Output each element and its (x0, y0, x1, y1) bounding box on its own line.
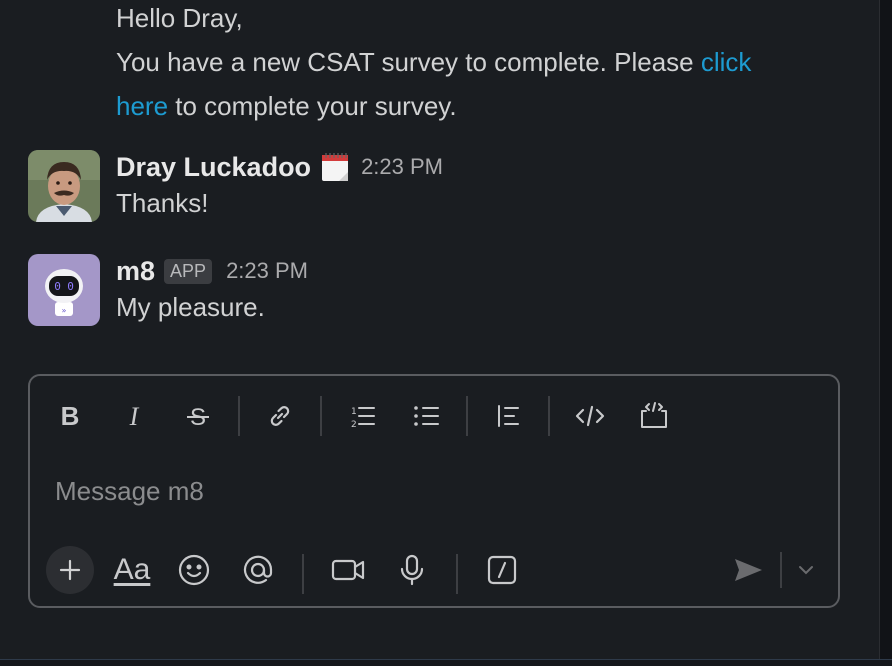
italic-icon: I (129, 403, 140, 429)
code-block-button[interactable] (634, 396, 674, 436)
send-options-button[interactable] (786, 550, 826, 590)
toolbar-divider (302, 554, 304, 594)
add-button[interactable] (46, 546, 94, 594)
toolbar-divider (456, 554, 458, 594)
window-edge (879, 0, 892, 666)
mention-icon (243, 555, 273, 584)
bold-icon: B (61, 403, 80, 429)
message-composer: B I S 1 2 Message m8 Aa (28, 374, 840, 608)
svg-text:2: 2 (351, 420, 357, 430)
blockquote-button[interactable] (488, 396, 528, 436)
svg-text:0: 0 (54, 280, 61, 293)
link-icon (270, 406, 290, 426)
message-input[interactable]: Message m8 (55, 476, 204, 507)
toolbar-divider (780, 552, 782, 588)
bold-button[interactable]: B (50, 396, 90, 436)
slash-command-icon (487, 555, 517, 585)
toolbar-divider (548, 396, 550, 436)
message-line: Hello Dray, (116, 3, 243, 33)
message-timestamp[interactable]: 2:23 PM (226, 258, 308, 284)
emoji-button[interactable] (174, 550, 214, 590)
message-text: Thanks! (116, 188, 209, 218)
code-block-icon (641, 402, 667, 428)
send-button[interactable] (728, 550, 768, 590)
bulleted-list-button[interactable] (406, 396, 446, 436)
message-line: here to complete your survey. (116, 84, 836, 128)
toolbar-divider (238, 396, 240, 436)
previous-message: Hello Dray, You have a new CSAT survey t… (116, 0, 836, 128)
avatar[interactable] (28, 150, 100, 222)
link-button[interactable] (260, 396, 300, 436)
send-controls (728, 544, 838, 596)
svg-text:B: B (61, 403, 80, 429)
bulleted-list-icon (414, 406, 439, 426)
svg-text:0: 0 (67, 280, 74, 293)
audio-button[interactable] (392, 550, 432, 590)
chevron-down-icon (799, 566, 813, 575)
strikethrough-button[interactable]: S (178, 396, 218, 436)
send-icon (735, 559, 762, 581)
video-camera-icon (331, 559, 365, 581)
shortcuts-button[interactable] (482, 550, 522, 590)
svg-text:1: 1 (351, 407, 357, 417)
avatar[interactable]: » 0 0 (28, 254, 100, 326)
toolbar-divider (320, 396, 322, 436)
plus-icon (59, 559, 81, 581)
window-bottom-edge (0, 659, 892, 666)
calendar-icon (321, 152, 349, 182)
strikethrough-icon: S (187, 404, 209, 429)
svg-text:»: » (62, 306, 67, 315)
message-line: You have a new CSAT survey to complete. … (116, 40, 836, 84)
ordered-list-button[interactable]: 1 2 (342, 396, 382, 436)
italic-button[interactable]: I (114, 396, 154, 436)
survey-link[interactable]: click (701, 47, 752, 77)
sender-name[interactable]: m8 (116, 256, 155, 287)
ordered-list-icon: 1 2 (351, 407, 375, 430)
video-button[interactable] (328, 550, 368, 590)
survey-link[interactable]: here (116, 91, 168, 121)
code-button[interactable] (570, 396, 610, 436)
message-header: m8 APP 2:23 PM (116, 254, 308, 288)
mention-button[interactable] (238, 550, 278, 590)
app-badge: APP (164, 258, 213, 284)
emoji-icon (178, 554, 210, 586)
message-text: My pleasure. (116, 292, 265, 322)
toolbar-divider (466, 396, 468, 436)
message-header: Dray Luckadoo 2:23 PM (116, 150, 443, 184)
microphone-icon (400, 554, 424, 586)
message-text: to complete your survey. (168, 91, 457, 121)
svg-text:I: I (129, 403, 140, 429)
message-text: You have a new CSAT survey to complete. … (116, 47, 701, 77)
blockquote-icon (498, 405, 519, 427)
code-icon (575, 405, 605, 427)
format-text-icon: Aa (113, 553, 151, 586)
sender-name[interactable]: Dray Luckadoo (116, 152, 311, 183)
formatting-button[interactable]: Aa (110, 550, 154, 590)
message-timestamp[interactable]: 2:23 PM (361, 154, 443, 180)
